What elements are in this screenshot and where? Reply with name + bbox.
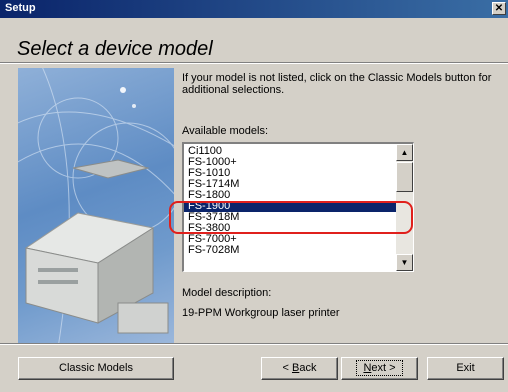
printer-illustration [18, 68, 174, 344]
scroll-thumb[interactable] [396, 162, 413, 192]
divider [0, 344, 508, 345]
available-models-label: Available models: [182, 125, 269, 137]
model-description-label: Model description: [182, 287, 272, 299]
models-listbox[interactable]: Ci1100 FS-1000+ FS-1010 FS-1714M FS-1800… [182, 142, 414, 272]
next-label-rest: ext > [371, 362, 396, 374]
classic-models-button[interactable]: Classic Models [18, 357, 174, 380]
title-bar: Setup ✕ [0, 0, 508, 18]
close-icon[interactable]: ✕ [492, 2, 506, 15]
model-description-value: 19-PPM Workgroup laser printer [182, 307, 340, 319]
back-label-prefix: < [282, 362, 292, 374]
back-button[interactable]: < Back [261, 357, 338, 380]
next-button[interactable]: Next > [341, 357, 418, 380]
exit-button[interactable]: Exit [427, 357, 504, 380]
models-list: Ci1100 FS-1000+ FS-1010 FS-1714M FS-1800… [184, 146, 396, 256]
window-title: Setup [5, 2, 36, 14]
scroll-up-icon[interactable]: ▲ [396, 144, 413, 161]
list-item[interactable]: FS-7028M [184, 245, 396, 256]
vertical-scrollbar[interactable]: ▲ ▼ [396, 144, 413, 271]
instructions-text: If your model is not listed, click on th… [182, 72, 492, 96]
back-label-rest: ack [299, 362, 317, 374]
divider [0, 63, 508, 64]
wizard-header: Select a device model [0, 18, 508, 62]
scroll-down-icon[interactable]: ▼ [396, 254, 413, 271]
page-title: Select a device model [17, 38, 213, 60]
next-focus-rect: Next > [356, 360, 403, 376]
